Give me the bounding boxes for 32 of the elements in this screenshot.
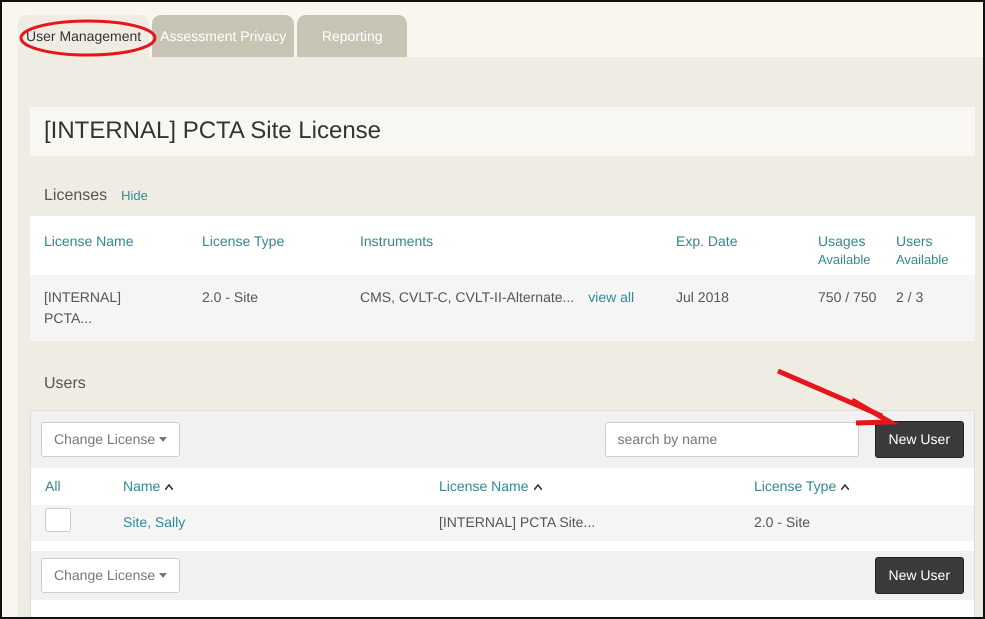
caret-icon — [159, 437, 168, 442]
table-cell-text: [INTERNAL] PCTA... — [44, 288, 122, 328]
change-license-dropdown[interactable]: Change License — [41, 422, 180, 457]
column-header[interactable]: Users Available — [896, 232, 949, 268]
column-header[interactable]: Exp. Date — [676, 232, 738, 251]
table-cell: 750 / 750 — [818, 288, 876, 305]
change-license-dropdown[interactable]: Change License — [41, 558, 180, 593]
table-cell: [INTERNAL] PCTA Site... — [439, 514, 596, 530]
user-name-link[interactable]: Site, Sally — [123, 514, 186, 530]
page-title: [INTERNAL] PCTA Site License — [44, 117, 382, 146]
column-header[interactable]: Name — [123, 478, 174, 494]
table-cell: 2.0 - Site — [202, 288, 258, 305]
row-checkbox[interactable] — [45, 508, 71, 532]
section-heading: Users — [44, 374, 86, 394]
column-header[interactable]: Instruments — [360, 232, 434, 251]
view-all-link[interactable]: view all — [588, 286, 634, 329]
table-cell: Jul 2018 — [676, 288, 729, 305]
table-cell: 2.0 - Site — [754, 514, 810, 530]
column-header[interactable]: Usages Available — [818, 232, 871, 268]
column-header[interactable]: License Type — [202, 232, 284, 251]
section-heading: Licenses — [44, 186, 108, 206]
column-header[interactable]: All — [45, 478, 61, 494]
column-header[interactable]: License Name — [44, 232, 134, 251]
hide-link[interactable]: Hide — [121, 186, 148, 206]
new-user-button[interactable]: New User — [874, 420, 964, 458]
column-header[interactable]: License Type — [754, 478, 850, 494]
search-field[interactable]: search by name — [604, 422, 859, 457]
column-header[interactable]: License Name — [439, 478, 542, 494]
table-cell-text: CMS, CVLT-C, CVLT-II-Alternate... — [360, 288, 574, 307]
table-cell: 2 / 3 — [896, 288, 924, 305]
new-user-button[interactable]: New User — [874, 556, 964, 594]
caret-icon — [159, 573, 168, 578]
